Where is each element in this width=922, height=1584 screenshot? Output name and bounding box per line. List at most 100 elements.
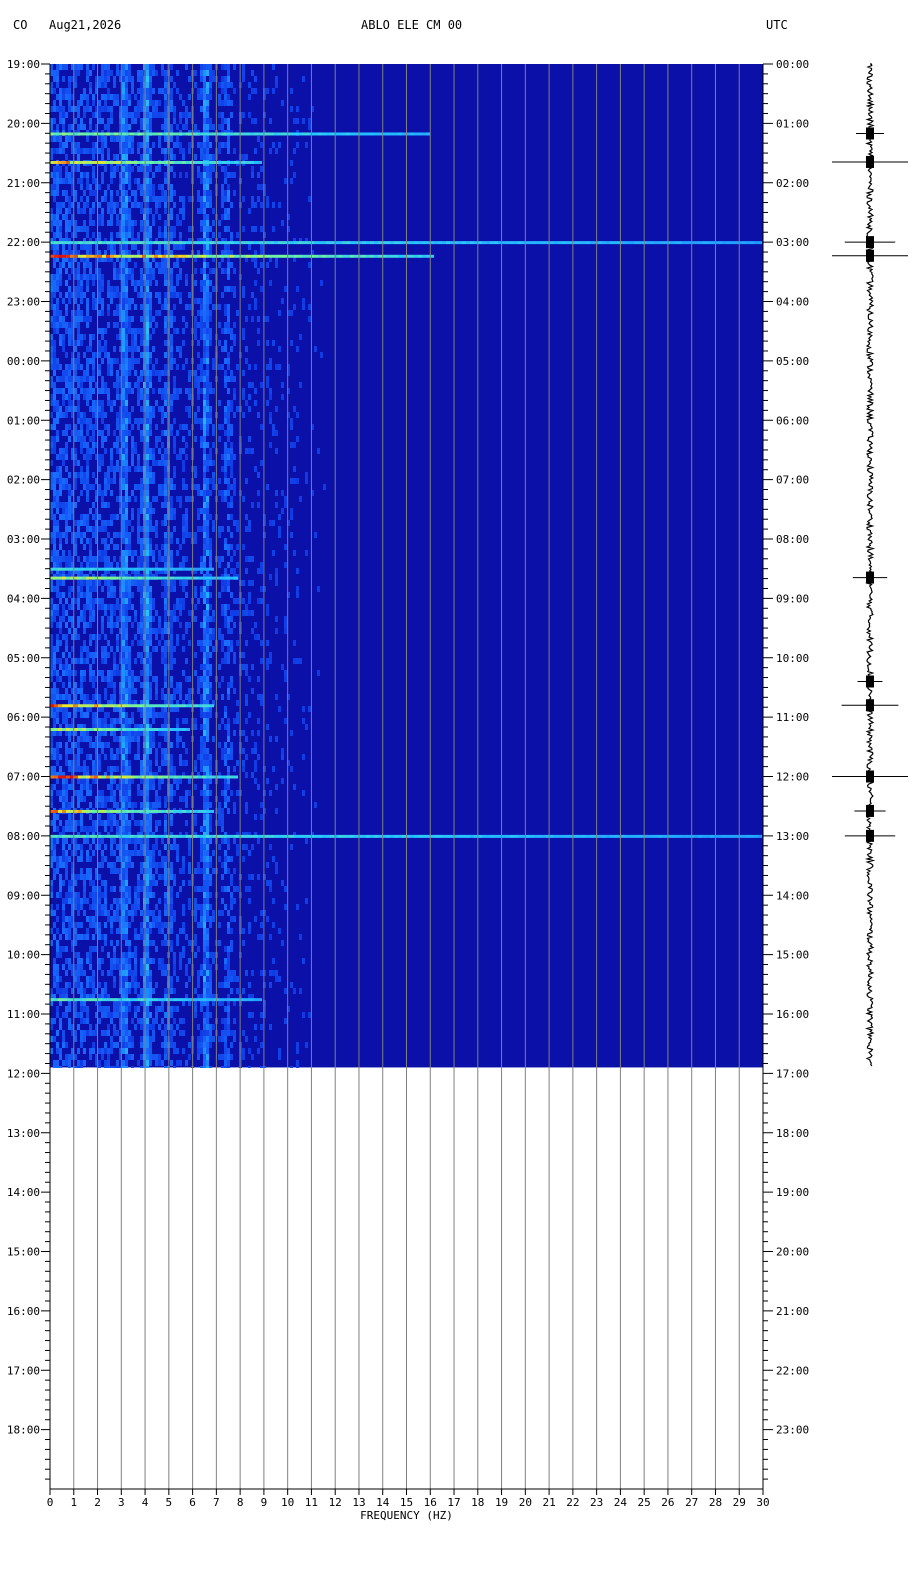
heatmap-cell xyxy=(170,550,173,556)
heatmap-cell xyxy=(125,634,128,640)
heatmap-cell xyxy=(86,430,89,436)
heatmap-cell xyxy=(200,640,203,646)
heatmap-cell xyxy=(53,136,56,142)
heatmap-cell xyxy=(164,874,167,880)
heatmap-cell xyxy=(173,526,176,532)
heatmap-cell xyxy=(236,520,239,526)
heatmap-cell xyxy=(83,766,86,772)
heatmap-cell xyxy=(152,316,155,322)
heatmap-cell xyxy=(140,760,143,766)
heatmap-cell xyxy=(230,82,233,88)
heatmap-cell xyxy=(185,172,188,178)
heatmap-cell xyxy=(83,262,86,268)
heatmap-cell xyxy=(164,484,167,490)
heatmap-cell xyxy=(104,856,107,862)
heatmap-cell xyxy=(77,844,80,850)
heatmap-cell xyxy=(245,670,248,676)
heatmap-cell xyxy=(209,292,212,298)
heatmap-cell xyxy=(188,430,191,436)
heatmap-cell xyxy=(125,670,128,676)
heatmap-cell xyxy=(176,454,179,460)
heatmap-cell xyxy=(53,358,56,364)
heatmap-cell xyxy=(122,466,125,472)
heatmap-cell xyxy=(56,298,59,304)
heatmap-cell xyxy=(209,838,212,844)
heatmap-cell xyxy=(182,760,185,766)
heatmap-cell xyxy=(308,118,311,124)
heatmap-cell xyxy=(212,472,215,478)
heatmap-cell xyxy=(107,820,110,826)
heatmap-cell xyxy=(104,820,107,826)
heatmap-cell xyxy=(86,856,89,862)
heatmap-cell xyxy=(65,394,68,400)
heatmap-cell xyxy=(98,454,101,460)
heatmap-cell xyxy=(131,166,134,172)
heatmap-cell xyxy=(158,850,161,856)
heatmap-cell xyxy=(65,748,68,754)
heatmap-cell xyxy=(146,748,149,754)
heatmap-cell xyxy=(92,670,95,676)
heatmap-cell xyxy=(242,664,245,670)
heatmap-cell xyxy=(173,286,176,292)
heatmap-cell xyxy=(161,406,164,412)
heatmap-cell xyxy=(140,166,143,172)
heatmap-cell xyxy=(158,184,161,190)
heatmap-cell xyxy=(227,586,230,592)
heatmap-cell xyxy=(98,754,101,760)
heatmap-cell xyxy=(218,436,221,442)
heatmap-cell xyxy=(134,442,137,448)
heatmap-cell xyxy=(56,712,59,718)
heatmap-cell xyxy=(188,694,191,700)
heatmap-cell xyxy=(149,544,152,550)
heatmap-cell xyxy=(245,736,248,742)
heatmap-cell xyxy=(227,118,230,124)
heatmap-cell xyxy=(146,202,149,208)
heatmap-cell xyxy=(101,214,104,220)
heatmap-cell xyxy=(164,754,167,760)
heatmap-cell xyxy=(65,88,68,94)
heatmap-cell xyxy=(179,142,182,148)
heatmap-cell xyxy=(107,532,110,538)
heatmap-cell xyxy=(86,370,89,376)
heatmap-cell xyxy=(206,526,209,532)
heatmap-cell xyxy=(53,616,56,622)
heatmap-cell xyxy=(293,148,296,154)
heatmap-cell xyxy=(68,400,71,406)
heatmap-cell xyxy=(209,172,212,178)
heatmap-cell xyxy=(203,214,206,220)
heatmap-cell xyxy=(53,292,56,298)
heatmap-cell xyxy=(266,484,269,490)
heatmap-cell xyxy=(257,472,260,478)
heatmap-cell xyxy=(206,592,209,598)
heatmap-cell xyxy=(125,652,128,658)
heatmap-cell xyxy=(182,484,185,490)
heatmap-cell xyxy=(80,466,83,472)
heatmap-cell xyxy=(230,466,233,472)
heatmap-cell xyxy=(227,616,230,622)
heatmap-cell xyxy=(101,502,104,508)
heatmap-cell xyxy=(185,514,188,520)
heatmap-cell xyxy=(92,430,95,436)
heatmap-cell xyxy=(152,508,155,514)
heatmap-cell xyxy=(116,70,119,76)
heatmap-cell xyxy=(197,394,200,400)
heatmap-cell xyxy=(293,640,296,646)
heatmap-cell xyxy=(164,538,167,544)
heatmap-cell xyxy=(53,340,56,346)
heatmap-cell xyxy=(206,460,209,466)
heatmap-cell xyxy=(65,64,68,70)
heatmap-cell xyxy=(200,646,203,652)
heatmap-cell xyxy=(293,406,296,412)
heatmap-cell xyxy=(161,490,164,496)
heatmap-cell xyxy=(209,694,212,700)
heatmap-cell xyxy=(128,676,131,682)
heatmap-cell xyxy=(86,70,89,76)
heatmap-cell xyxy=(227,184,230,190)
heatmap-cell xyxy=(68,616,71,622)
heatmap-cell xyxy=(200,196,203,202)
heatmap-cell xyxy=(68,340,71,346)
heatmap-cell xyxy=(254,466,257,472)
heatmap-cell xyxy=(92,202,95,208)
heatmap-cell xyxy=(203,664,206,670)
heatmap-cell xyxy=(245,664,248,670)
